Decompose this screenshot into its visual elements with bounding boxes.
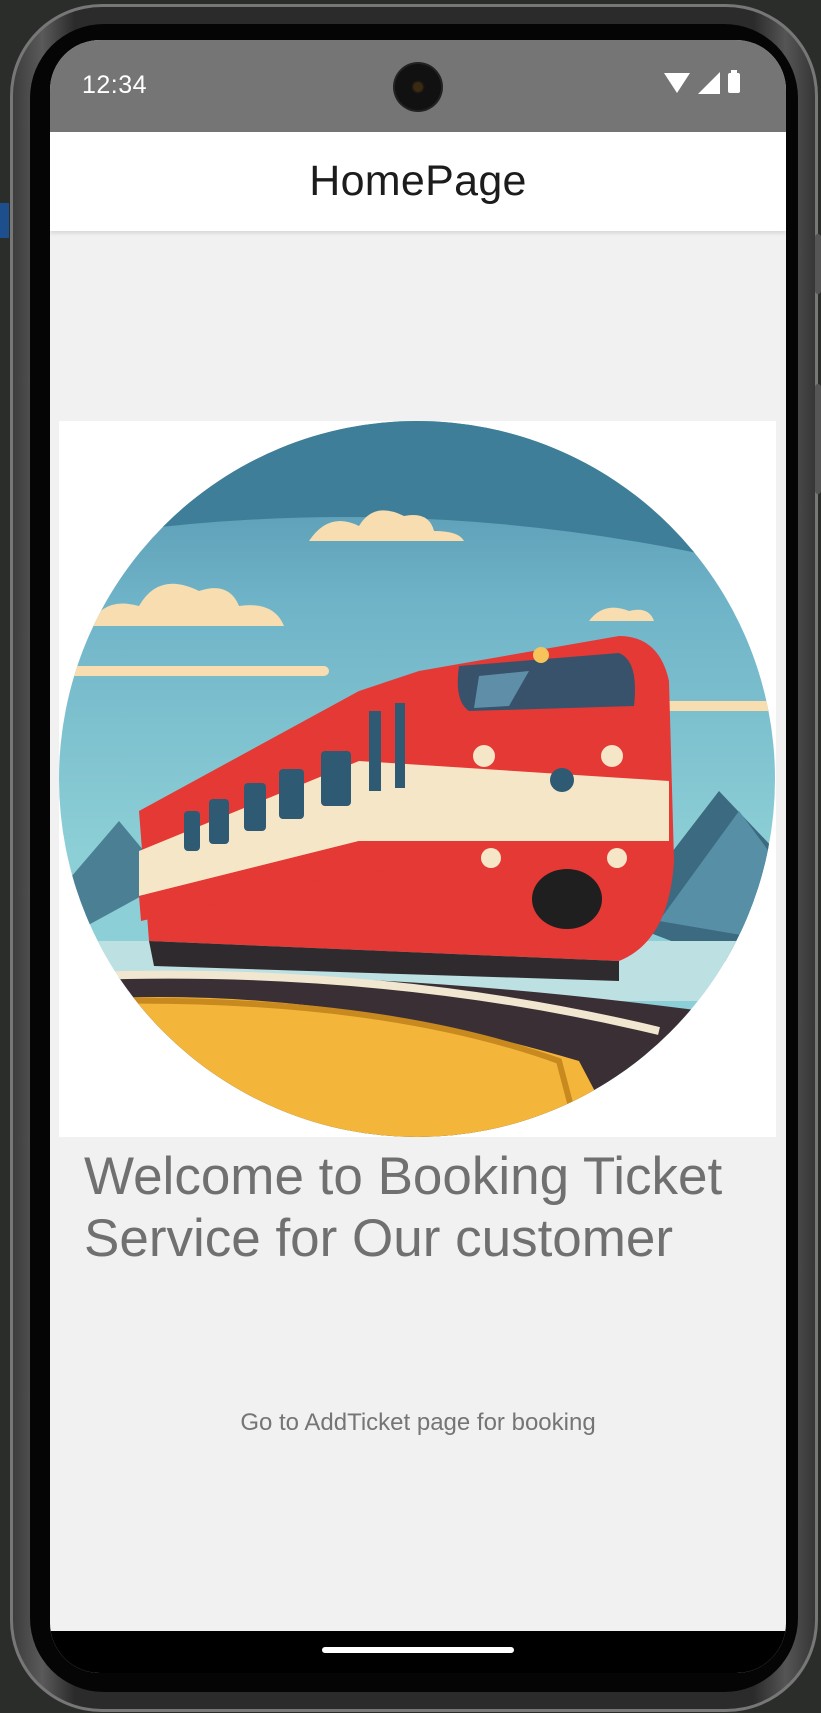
- wifi-icon: [664, 73, 690, 93]
- device-screen: 12:34 HomePage Welcome to Booking Ticket…: [50, 40, 786, 1673]
- front-camera: [395, 64, 441, 110]
- home-indicator[interactable]: [322, 1647, 514, 1653]
- power-button: [815, 234, 821, 294]
- app-bar: HomePage: [50, 132, 786, 231]
- signal-icon: [698, 72, 720, 94]
- volume-button: [815, 384, 821, 494]
- status-icons: [664, 70, 740, 94]
- train-image: [59, 421, 776, 1137]
- battery-icon: [728, 70, 740, 93]
- status-bar: 12:34: [50, 40, 786, 132]
- welcome-heading: Welcome to Booking Ticket Service for Ou…: [84, 1147, 723, 1268]
- go-to-addticket-button[interactable]: Go to AddTicket page for booking: [50, 1409, 786, 1437]
- train-illustration: [59, 421, 775, 1137]
- page-title: HomePage: [309, 157, 527, 205]
- status-time: 12:34: [82, 71, 148, 99]
- ide-selection: [0, 203, 9, 238]
